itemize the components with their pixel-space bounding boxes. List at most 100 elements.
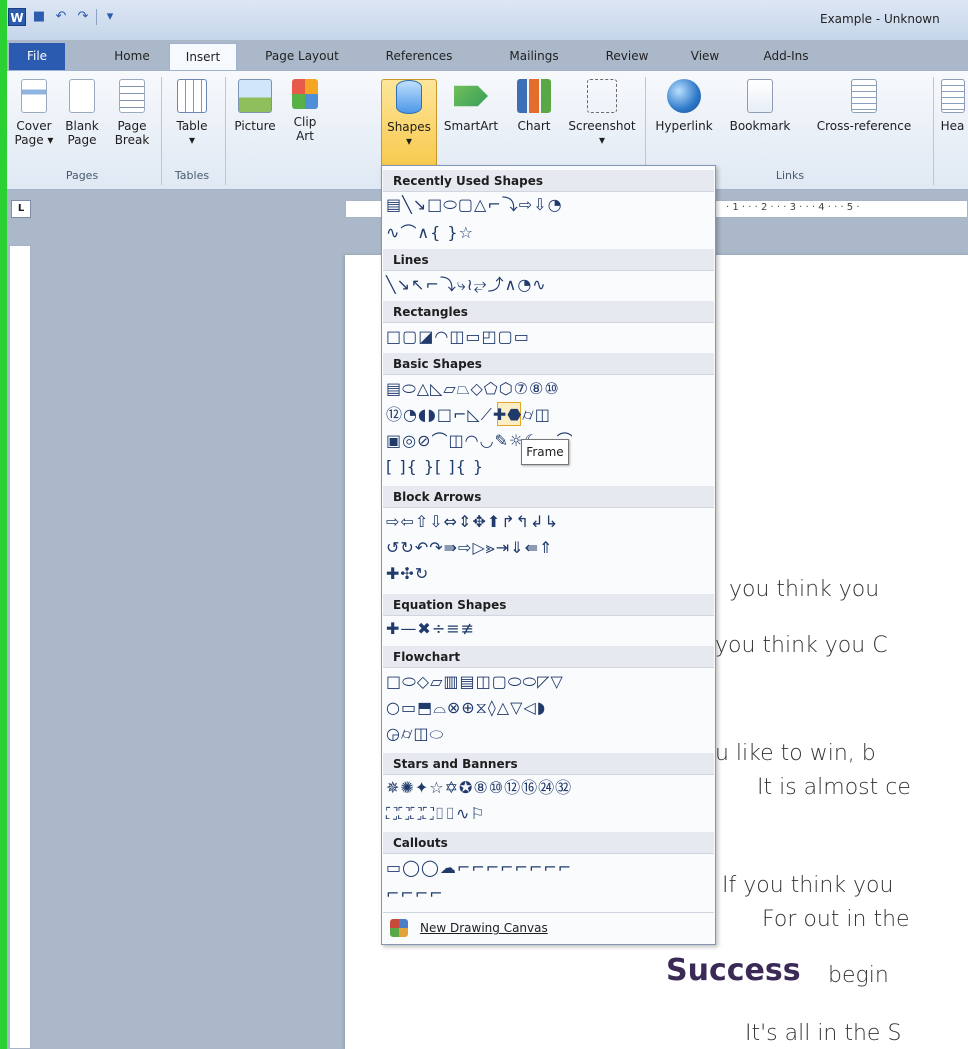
- shape-row[interactable]: ○▭⬒⌓⊗⊕⧖◊△▽◁◗: [386, 697, 546, 719]
- smartart-button[interactable]: SmartArt: [439, 79, 503, 167]
- shape-row[interactable]: ✚✣↻: [386, 563, 429, 585]
- section-rectangles: Rectangles: [383, 301, 714, 323]
- group-pages-label: Pages: [65, 169, 99, 182]
- shape-row[interactable]: ✚—✖÷≡≢: [386, 618, 475, 640]
- hyperlink-button[interactable]: Hyperlink: [649, 79, 719, 167]
- page-break-button[interactable]: Page Break: [111, 79, 153, 167]
- shape-row[interactable]: ↺↻↶↷⇛⇨▷⪢⇥⇓⇚⇑: [386, 537, 553, 559]
- customize-qat-icon[interactable]: ▾: [101, 8, 119, 26]
- blank-page-label: Blank: [65, 119, 99, 133]
- ruler-marks: · 1 · · · 2 · · · 3 · · · 4 · · · 5 ·: [726, 202, 860, 213]
- tab-mailings[interactable]: Mailings: [499, 43, 569, 70]
- redo-icon[interactable]: ↷: [74, 8, 92, 26]
- smartart-icon: [454, 85, 488, 107]
- shape-row[interactable]: ✵✺✦☆✡✪⑧⑩⑫⑯㉔㉜: [386, 777, 572, 799]
- shape-row[interactable]: ⌐⌐⌐⌐: [386, 883, 444, 905]
- picture-label: Picture: [234, 119, 276, 133]
- cover-page-button[interactable]: Cover Page ▾: [13, 79, 55, 167]
- group-separator: [161, 77, 162, 185]
- window-title: Example - Unknown: [820, 12, 940, 26]
- shape-row[interactable]: [ ]{ }[ ]{ }: [386, 456, 484, 478]
- poem-line: For out in the: [762, 907, 910, 932]
- word-app-icon[interactable]: W: [8, 8, 26, 26]
- section-block-arrows: Block Arrows: [383, 486, 714, 508]
- blank-page-button[interactable]: Blank Page: [61, 79, 103, 167]
- poem-line: you think you: [729, 577, 880, 602]
- screenshot-icon: [587, 79, 617, 113]
- smartart-label: SmartArt: [443, 119, 499, 133]
- qat-separator: [96, 9, 97, 25]
- shape-row[interactable]: ◶⌭◫⬭: [386, 723, 444, 745]
- chart-label: Chart: [517, 119, 551, 133]
- cross-reference-label: Cross-reference: [816, 119, 912, 133]
- undo-icon[interactable]: ↶: [52, 8, 70, 26]
- section-flowchart: Flowchart: [383, 646, 714, 668]
- screenshot-button[interactable]: Screenshot ▾: [563, 79, 641, 167]
- shape-row[interactable]: ⑫◔◖◗□⌐◺⟋✚⬣⌭◫: [386, 404, 551, 426]
- poem-success-word: Success: [666, 953, 801, 988]
- shapes-icon: [396, 80, 422, 114]
- cover-page-label: Cover: [16, 119, 52, 133]
- tab-page-layout[interactable]: Page Layout: [254, 43, 350, 70]
- clip-art-button[interactable]: Clip Art: [287, 79, 323, 167]
- tab-insert[interactable]: Insert: [169, 43, 237, 71]
- globe-icon: [667, 79, 701, 113]
- title-bar: W ■ ↶ ↷ ▾ Example - Unknown: [0, 0, 968, 40]
- picture-button[interactable]: Picture: [229, 79, 281, 167]
- bookmark-label: Bookmark: [729, 119, 791, 133]
- section-equation-shapes: Equation Shapes: [383, 594, 714, 616]
- screenshot-label: Screenshot: [568, 119, 636, 133]
- section-callouts: Callouts: [383, 832, 714, 854]
- vertical-ruler[interactable]: [9, 245, 31, 1049]
- page-break-label-2: Break: [114, 133, 150, 147]
- bookmark-icon: [747, 79, 773, 113]
- ribbon-tabs: File Home Insert Page Layout References …: [7, 40, 968, 71]
- poem-line: It's all in the S: [745, 1021, 902, 1046]
- table-icon: [177, 79, 207, 113]
- shapes-gallery-dropdown: Recently Used Shapes ▤╲↘□⬭▢△⌐⤵⇨⇩◔ ∿⌒∧{ }…: [381, 165, 716, 945]
- table-dropdown-arrow: ▾: [188, 133, 196, 147]
- menu-separator: [383, 912, 714, 913]
- save-icon[interactable]: ■: [30, 8, 48, 26]
- cover-page-label-2: Page ▾: [14, 133, 54, 147]
- shape-row[interactable]: ▤⬭△◺▱⏢◇⬠⬡⑦⑧⑩: [386, 378, 560, 400]
- group-separator: [225, 77, 226, 185]
- new-drawing-canvas-label: New Drawing Canvas: [420, 921, 548, 935]
- shape-row[interactable]: ⇨⇦⇧⇩⇔⇕✥⬆↱↰↲↳: [386, 511, 559, 533]
- tab-references[interactable]: References: [377, 43, 461, 70]
- group-separator: [933, 77, 934, 185]
- tab-add-ins[interactable]: Add-Ins: [755, 43, 817, 70]
- shape-row[interactable]: ∿⌒∧{ }☆: [386, 222, 474, 244]
- shape-row[interactable]: ▤╲↘□⬭▢△⌐⤵⇨⇩◔: [386, 194, 563, 216]
- frame-tooltip: Frame: [521, 439, 569, 465]
- tab-home[interactable]: Home: [104, 43, 160, 70]
- header-button[interactable]: Hea: [937, 79, 968, 167]
- new-drawing-canvas-item[interactable]: New Drawing Canvas: [390, 916, 548, 940]
- tab-view[interactable]: View: [683, 43, 727, 70]
- shape-row[interactable]: □⬭◇▱▥▤◫▢⬭⬭◸▽: [386, 671, 564, 693]
- clip-art-label: Clip: [293, 115, 317, 129]
- clip-art-label-2: Art: [296, 129, 314, 143]
- shape-row[interactable]: □▢◪◠◫▭◰▢▭: [386, 326, 530, 348]
- table-label: Table: [176, 119, 208, 133]
- clip-art-icon: [292, 79, 318, 109]
- cross-reference-button[interactable]: Cross-reference: [799, 79, 929, 167]
- quick-access-toolbar: W ■ ↶ ↷ ▾: [8, 8, 119, 26]
- blank-page-icon: [69, 79, 95, 113]
- chart-button[interactable]: Chart: [511, 79, 557, 167]
- tab-file[interactable]: File: [9, 43, 65, 70]
- tab-selector[interactable]: L: [11, 200, 31, 218]
- header-label: Hea: [940, 119, 965, 133]
- poem-line: If you think you: [722, 873, 894, 898]
- shape-row[interactable]: ▭◯◯☁⌐⌐⌐⌐⌐⌐⌐⌐: [386, 857, 572, 879]
- page-break-label: Page: [117, 119, 147, 133]
- section-basic-shapes: Basic Shapes: [383, 353, 714, 375]
- hyperlink-label: Hyperlink: [655, 119, 713, 133]
- page-break-icon: [119, 79, 145, 113]
- tab-review[interactable]: Review: [596, 43, 658, 70]
- bookmark-button[interactable]: Bookmark: [723, 79, 797, 167]
- shape-row[interactable]: ⛶⛶⛶⛶⌷⌷∿⚐: [386, 803, 486, 825]
- shape-row[interactable]: ╲↘↖⌐⤵⤷≀⥂⤴∧◔∿: [386, 274, 547, 296]
- shapes-button[interactable]: Shapes ▾: [381, 79, 437, 167]
- table-button[interactable]: Table ▾: [167, 79, 217, 167]
